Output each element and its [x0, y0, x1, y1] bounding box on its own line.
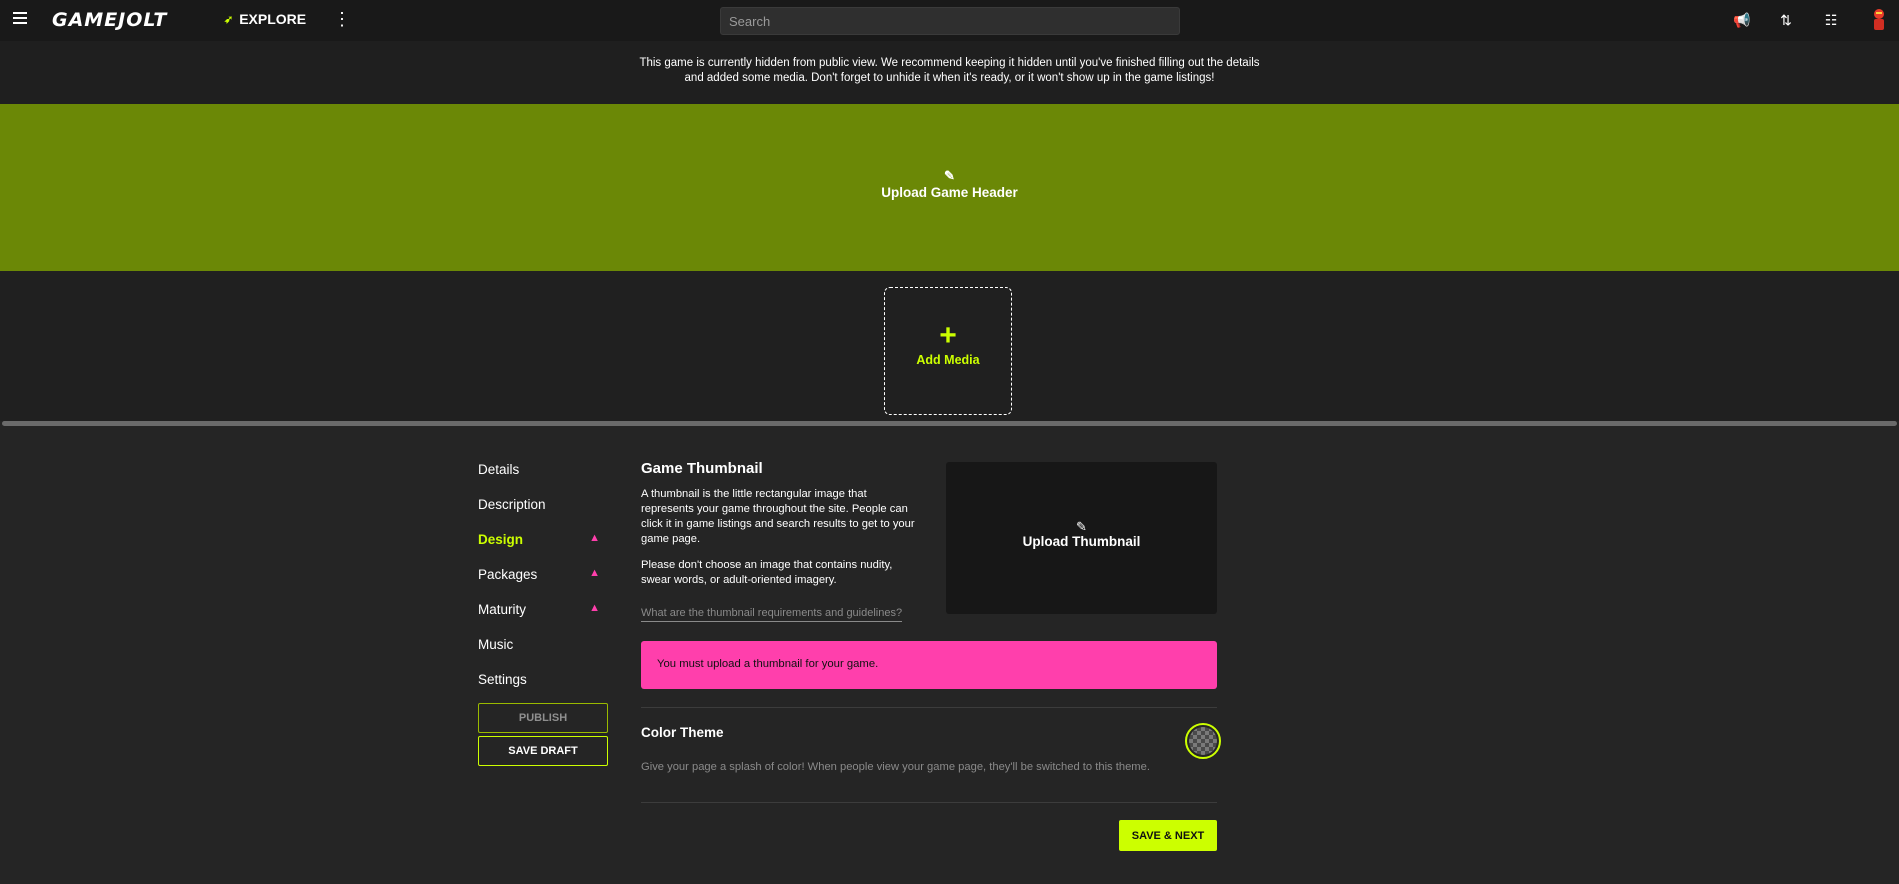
sidebar-item-label: Maturity	[478, 602, 527, 617]
sidebar-item-design[interactable]: Design ▲	[478, 528, 608, 563]
explore-link[interactable]: ➶ EXPLORE	[224, 11, 306, 27]
hidden-game-notice: This game is currently hidden from publi…	[0, 41, 1899, 104]
thumbnail-content-warning: Please don't choose an image that contai…	[641, 559, 893, 586]
sidebar-item-label: Description	[478, 497, 546, 512]
warning-icon: ▲	[589, 602, 600, 614]
color-theme-title: Color Theme	[641, 725, 724, 740]
sidebar-item-details[interactable]: Details	[478, 458, 608, 493]
more-vertical-icon[interactable]: ⋮	[333, 10, 351, 28]
activity-icon[interactable]: ⇅	[1777, 11, 1795, 29]
gamejolt-logo[interactable]: GAMEJOLT	[52, 9, 167, 31]
pencil-icon: ✎	[944, 168, 955, 183]
megaphone-icon[interactable]: 📢	[1733, 11, 1751, 29]
avatar[interactable]	[1869, 6, 1889, 32]
search-input[interactable]	[720, 7, 1180, 35]
sidebar-item-settings[interactable]: Settings	[478, 668, 608, 703]
divider	[641, 802, 1217, 803]
horizontal-scrollbar[interactable]	[2, 421, 1897, 426]
upload-header-label: Upload Game Header	[881, 185, 1018, 200]
sidebar-item-description[interactable]: Description	[478, 493, 608, 528]
sidebar-item-label: Details	[478, 462, 520, 477]
media-strip: + Add Media	[0, 271, 1899, 421]
explore-icon: ➶	[224, 13, 234, 26]
save-and-next-button[interactable]: SAVE & NEXT	[1119, 820, 1217, 851]
top-bar: GAMEJOLT ➶ EXPLORE ⋮ 📢 ⇅ ☷	[0, 0, 1899, 41]
plus-icon: +	[939, 319, 957, 352]
transparent-swatch-icon	[1189, 727, 1217, 755]
notice-text: This game is currently hidden from publi…	[639, 57, 1260, 84]
publish-button[interactable]: PUBLISH	[478, 703, 608, 733]
thumbnail-guidelines-link[interactable]: What are the thumbnail requirements and …	[641, 607, 903, 622]
sidebar-item-label: Settings	[478, 672, 527, 687]
divider	[641, 707, 1217, 708]
sidebar-item-label: Packages	[478, 567, 538, 582]
quest-icon[interactable]: ☷	[1822, 11, 1840, 29]
color-theme-description: Give your page a splash of color! When p…	[641, 761, 1150, 773]
upload-thumbnail-label: Upload Thumbnail	[1022, 534, 1141, 549]
thumbnail-description: A thumbnail is the little rectangular im…	[641, 488, 915, 545]
explore-label: EXPLORE	[239, 11, 307, 27]
warning-icon: ▲	[589, 532, 600, 544]
sidebar-item-packages[interactable]: Packages ▲	[478, 563, 608, 598]
upload-header-button[interactable]: ✎ Upload Game Header	[0, 168, 1899, 200]
game-header-banner[interactable]: ✎ Upload Game Header	[0, 104, 1899, 271]
save-draft-button[interactable]: SAVE DRAFT	[478, 736, 608, 766]
sidebar-item-music[interactable]: Music	[478, 633, 608, 668]
warning-icon: ▲	[589, 567, 600, 579]
menu-icon[interactable]	[13, 12, 27, 26]
upload-thumbnail-button[interactable]: ✎ Upload Thumbnail	[946, 462, 1217, 614]
add-media-label: Add Media	[916, 353, 980, 367]
sidebar-item-label: Music	[478, 637, 514, 652]
thumbnail-error-alert: You must upload a thumbnail for your gam…	[641, 641, 1217, 689]
color-theme-picker[interactable]	[1185, 723, 1221, 759]
game-edit-sidenav: Details Description Design ▲ Packages ▲ Ma…	[478, 458, 608, 703]
sidebar-item-label: Design	[478, 532, 524, 547]
add-media-button[interactable]: + Add Media	[884, 287, 1012, 415]
sidebar-item-maturity[interactable]: Maturity ▲	[478, 598, 608, 633]
pencil-icon: ✎	[1076, 519, 1087, 534]
error-text: You must upload a thumbnail for your gam…	[657, 658, 879, 670]
